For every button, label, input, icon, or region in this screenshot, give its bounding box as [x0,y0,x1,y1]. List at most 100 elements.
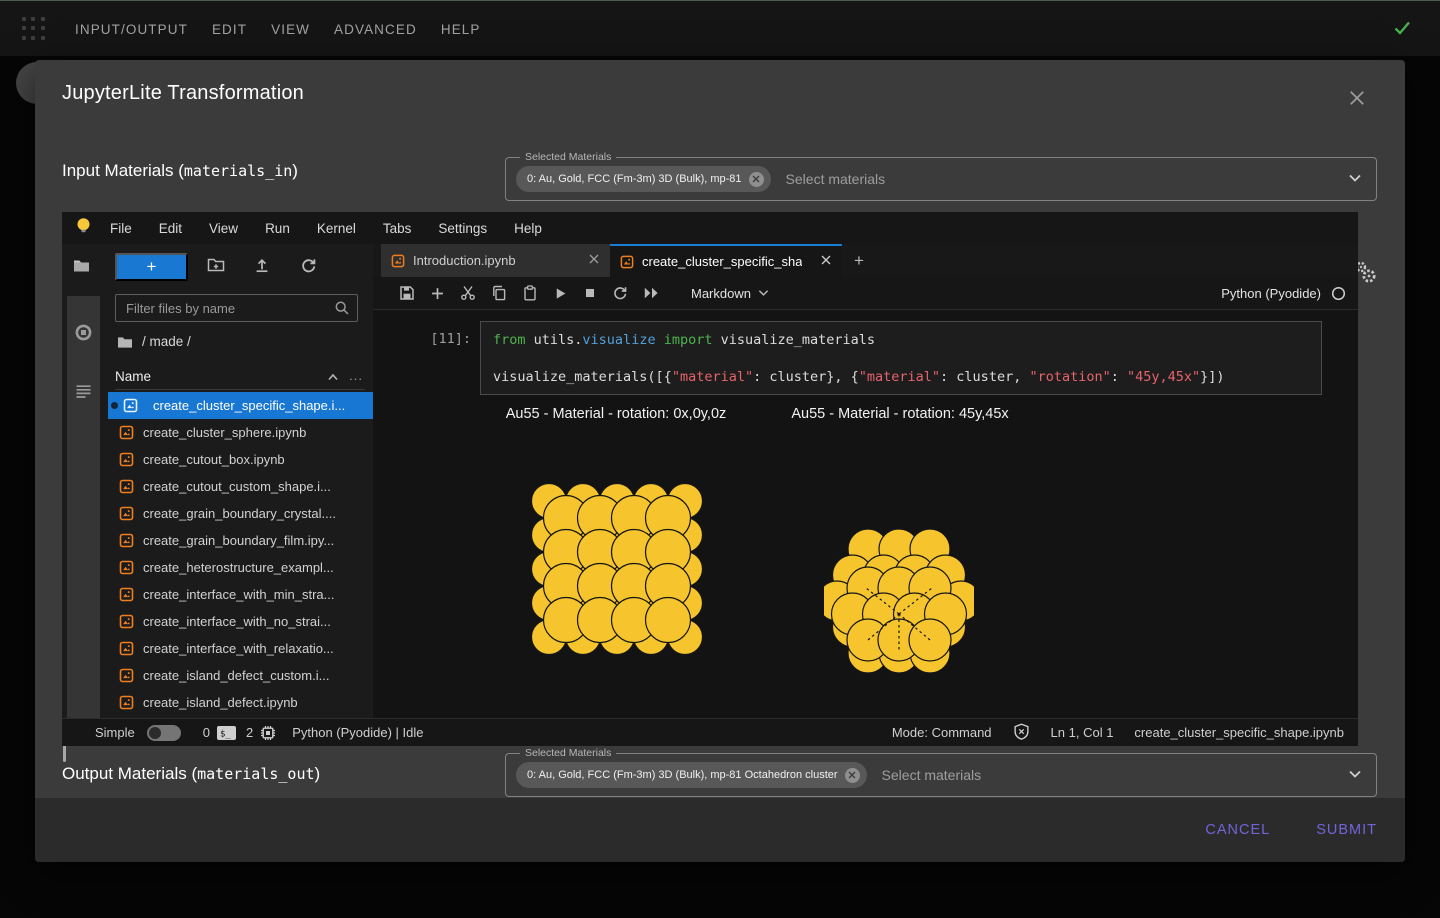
file-name: create_cluster_sphere.ipynb [143,425,306,440]
file-name: create_cutout_custom_shape.i... [143,479,331,494]
select-materials-placeholder: Select materials [786,171,886,187]
save-icon[interactable] [399,285,415,301]
tab-create-cluster-specific-shape[interactable]: create_cluster_specific_sha [610,244,842,277]
simple-mode-toggle[interactable] [147,725,181,741]
home-folder-icon [117,335,133,349]
chevron-down-icon[interactable] [1348,766,1362,784]
app-bar: INPUT/OUTPUT EDIT VIEW ADVANCED HELP [0,0,1440,56]
kernel-name[interactable]: Python (Pyodide) [1221,286,1321,301]
apps-grid-icon[interactable] [22,17,46,41]
screen: INPUT/OUTPUTEDITVIEWADVANCEDHELP Jupyter… [0,0,1440,918]
add-tab-button[interactable]: + [842,244,876,277]
app-menu-view[interactable]: VIEW [271,22,310,37]
code-cell[interactable]: from utils.visualize import visualize_ma… [480,321,1322,395]
file-row[interactable]: create_heterostructure_exampl... [108,554,373,581]
file-row[interactable]: create_interface_with_no_strai... [108,608,373,635]
cell-type-dropdown[interactable]: Markdown [691,286,769,301]
jupyter-menu-view[interactable]: View [209,221,238,236]
restart-run-all-icon[interactable] [643,286,660,300]
svg-text:$_: $_ [220,729,231,739]
app-menu-input-output[interactable]: INPUT/OUTPUT [75,22,188,37]
output-caption: Au55 - Material - rotation: 45y,45x [791,406,1008,422]
app-menu-advanced[interactable]: ADVANCED [334,22,417,37]
chip-delete-icon[interactable] [845,768,860,783]
cursor-position[interactable]: Ln 1, Col 1 [1051,725,1114,740]
add-cell-icon[interactable] [430,286,445,301]
terminals-count: 0 [203,725,210,740]
input-materials-label: Input Materials (materials_in) [62,161,298,181]
name-column-header[interactable]: Name ... [115,364,365,390]
file-row[interactable]: create_cutout_box.ipynb [108,446,373,473]
notebook-icon [119,425,134,440]
file-row[interactable]: create_grain_boundary_film.ipy... [108,527,373,554]
app-menu-edit[interactable]: EDIT [212,22,247,37]
jupyter-menu-tabs[interactable]: Tabs [383,221,412,236]
jupyter-menu-kernel[interactable]: Kernel [317,221,356,236]
file-row[interactable]: create_interface_with_relaxatio... [108,635,373,662]
new-folder-icon[interactable] [207,257,225,278]
file-row[interactable]: create_cluster_specific_shape.i... [108,392,373,419]
trust-shield-icon[interactable] [1013,723,1030,743]
file-row[interactable]: create_interface_with_min_stra... [108,581,373,608]
file-name: create_interface_with_no_strai... [143,614,331,629]
file-row[interactable]: create_island_defect.ipynb [108,689,373,716]
output-materials-select[interactable]: Selected Materials 0: Au, Gold, FCC (Fm-… [505,753,1377,797]
breadcrumb[interactable]: / made / [117,334,191,349]
cell-type-value: Markdown [691,286,751,301]
paste-cells-icon[interactable] [522,285,538,301]
kernel-status-text[interactable]: Python (Pyodide) | Idle [292,725,423,740]
kernel-status-icon[interactable] [1331,286,1346,301]
material-chip[interactable]: 0: Au, Gold, FCC (Fm-3m) 3D (Bulk), mp-8… [516,166,771,192]
file-row[interactable]: create_cutout_custom_shape.i... [108,473,373,500]
material-visualization-rotated [824,526,974,676]
material-chip[interactable]: 0: Au, Gold, FCC (Fm-3m) 3D (Bulk), mp-8… [516,762,867,788]
jupyter-menu-settings[interactable]: Settings [438,221,487,236]
copy-cells-icon[interactable] [491,285,507,301]
file-row[interactable]: create_cluster_sphere.ipynb [108,419,373,446]
terminals-status[interactable]: 0 $_ [203,725,236,740]
notebook-icon [119,560,134,575]
check-icon[interactable] [1392,18,1412,43]
close-icon[interactable] [1347,88,1369,110]
notebook-content[interactable]: [11]: from utils.visualize import visual… [373,310,1358,718]
more-options-icon[interactable]: ... [349,368,363,383]
cell-execution-prompt: [11]: [421,331,471,347]
tab-introduction[interactable]: Introduction.ipynb [381,244,610,277]
mode-indicator[interactable]: Mode: Command [892,725,992,740]
cancel-button[interactable]: CANCEL [1205,822,1270,838]
notebook-icon [119,479,134,494]
jupyter-menu-help[interactable]: Help [514,221,542,236]
restart-kernel-icon[interactable] [612,285,628,301]
code-line: visualize_materials([{"material": cluste… [493,368,1309,387]
table-of-contents-icon[interactable] [75,384,92,404]
file-row[interactable]: create_grain_boundary_crystal.... [108,500,373,527]
notebook-icon [119,587,134,602]
run-cell-icon[interactable] [553,286,568,301]
file-name: create_heterostructure_exampl... [143,560,334,575]
status-bar: Simple 0 $_ 2 Python (Pyodide) | Idle Mo… [62,718,1358,746]
chevron-down-icon[interactable] [1348,170,1362,188]
folder-browser-icon[interactable] [73,258,90,278]
tab-close-icon[interactable] [588,253,600,268]
jupyter-menu-run[interactable]: Run [265,221,290,236]
file-row[interactable]: create_island_defect_custom.i... [108,662,373,689]
refresh-icon[interactable] [300,257,317,279]
tab-close-icon[interactable] [820,254,832,269]
jupyter-menu-file[interactable]: File [110,221,132,236]
tab-label: Introduction.ipynb [413,253,516,268]
input-materials-select[interactable]: Selected Materials 0: Au, Gold, FCC (Fm-… [505,157,1377,201]
new-launcher-button[interactable]: + [115,253,188,281]
running-kernels-icon[interactable] [75,324,92,346]
notebook-icon [123,398,138,413]
upload-icon[interactable] [254,257,270,278]
jupyter-menu-edit[interactable]: Edit [159,221,182,236]
submit-button[interactable]: SUBMIT [1316,822,1377,838]
cut-cells-icon[interactable] [460,285,476,301]
filter-files-input[interactable] [115,294,358,322]
app-menu-help[interactable]: HELP [441,22,481,37]
chip-delete-icon[interactable] [749,172,764,187]
kernels-status[interactable]: 2 [246,725,276,741]
sort-ascending-icon [327,369,339,384]
breadcrumb-path: / made / [142,334,191,349]
stop-kernel-icon[interactable] [583,286,597,300]
